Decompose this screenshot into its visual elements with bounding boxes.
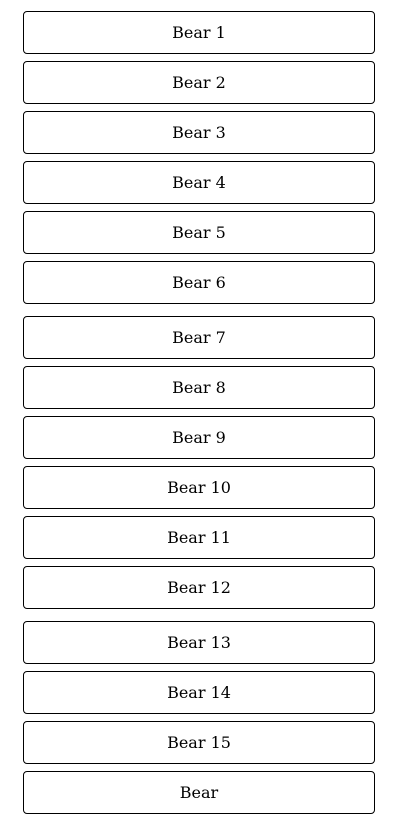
bear-button-1[interactable]: Bear 1 xyxy=(23,11,375,54)
bear-button-2[interactable]: Bear 2 xyxy=(23,61,375,104)
bear-button-list: Bear 1 Bear 2 Bear 3 Bear 4 Bear 5 Bear … xyxy=(0,0,400,825)
bear-button-15[interactable]: Bear 15 xyxy=(23,721,375,764)
bear-button-10[interactable]: Bear 10 xyxy=(23,466,375,509)
bear-button-8[interactable]: Bear 8 xyxy=(23,366,375,409)
bear-button-16[interactable]: Bear xyxy=(23,771,375,814)
bear-button-7[interactable]: Bear 7 xyxy=(23,316,375,359)
bear-button-11[interactable]: Bear 11 xyxy=(23,516,375,559)
bear-button-4[interactable]: Bear 4 xyxy=(23,161,375,204)
bear-button-5[interactable]: Bear 5 xyxy=(23,211,375,254)
bear-button-14[interactable]: Bear 14 xyxy=(23,671,375,714)
bear-button-3[interactable]: Bear 3 xyxy=(23,111,375,154)
bear-button-13[interactable]: Bear 13 xyxy=(23,621,375,664)
bear-button-6[interactable]: Bear 6 xyxy=(23,261,375,304)
bear-button-12[interactable]: Bear 12 xyxy=(23,566,375,609)
bear-button-9[interactable]: Bear 9 xyxy=(23,416,375,459)
